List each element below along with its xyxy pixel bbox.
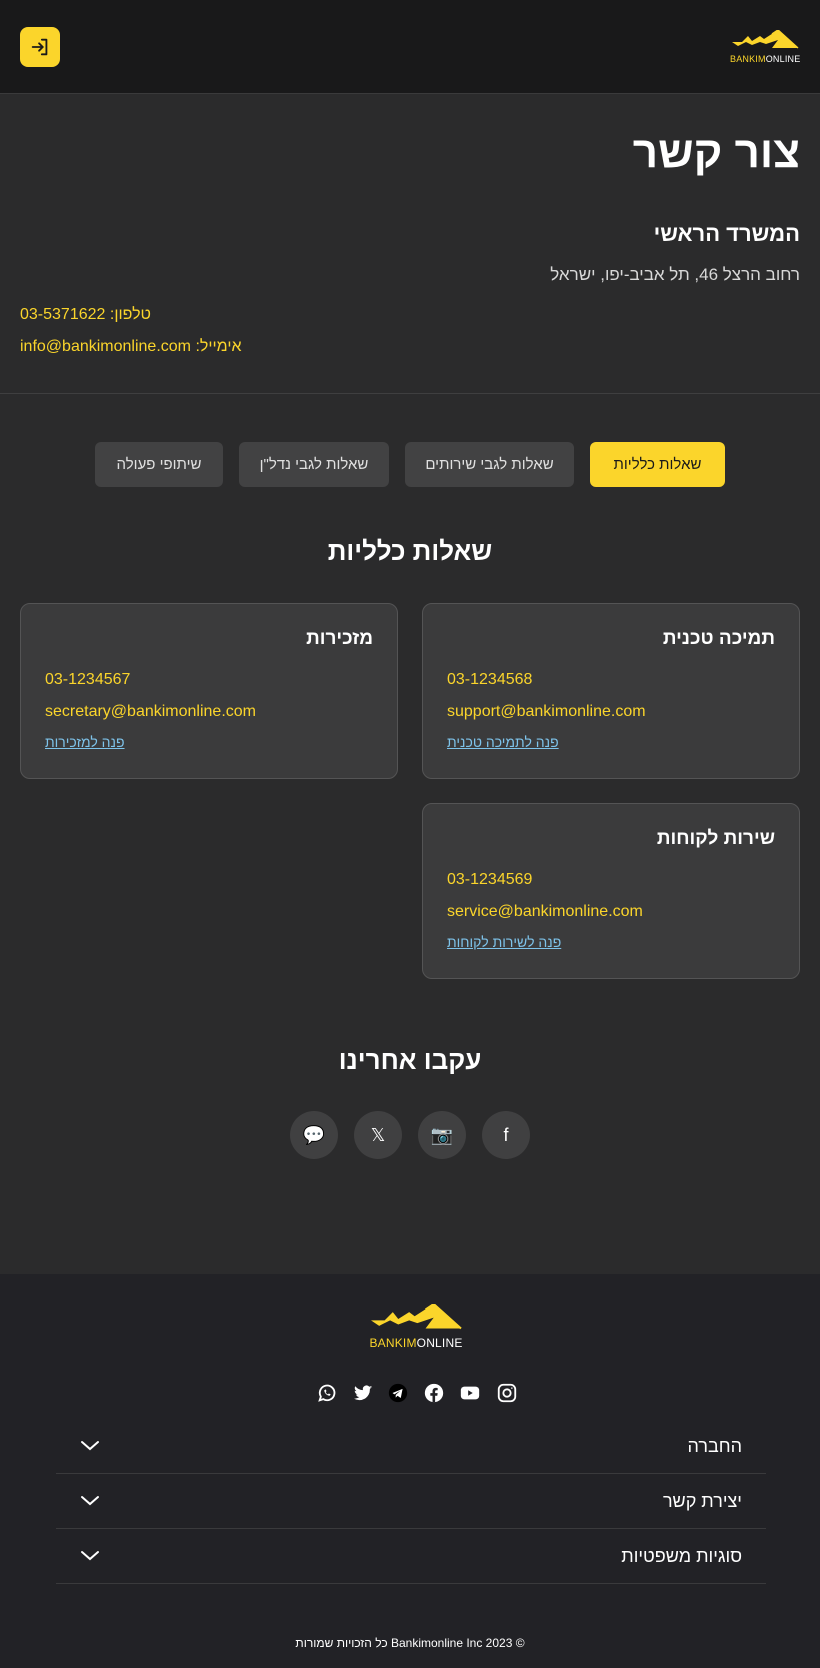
facebook-icon: f xyxy=(503,1124,509,1145)
card-phone[interactable]: 03-1234567 xyxy=(45,671,130,689)
logo-text: BANKIMONLINE xyxy=(730,54,800,64)
card-secretary: מזכירות 03-1234567 secretary@bankimonlin… xyxy=(20,603,398,779)
card-title: מזכירות xyxy=(306,628,373,649)
general-questions-title: שאלות כלליות xyxy=(327,536,493,566)
logo-text-white: ONLINE xyxy=(765,54,801,64)
card-technical-support: תמיכה טכנית 03-1234568 support@bankimonl… xyxy=(422,603,800,779)
card-contact-link[interactable]: פנה למזכירות xyxy=(45,734,125,750)
whatsapp-icon[interactable] xyxy=(316,1382,338,1404)
logo-text: BANKIMONLINE xyxy=(368,1336,464,1350)
chat-bubble-icon: 💬 xyxy=(302,1124,326,1145)
youtube-icon[interactable] xyxy=(459,1382,481,1404)
follow-chat-button[interactable]: 💬 xyxy=(290,1111,338,1159)
accordion-label: יצירת קשר xyxy=(662,1491,742,1511)
office-title: המשרד הראשי xyxy=(653,221,800,246)
facebook-icon[interactable] xyxy=(423,1382,445,1404)
card-email[interactable]: service@bankimonline.com xyxy=(447,903,643,921)
page-title: צור קשר xyxy=(632,128,800,177)
office-email[interactable]: אימייל: info@bankimonline.com xyxy=(20,338,242,356)
telegram-icon[interactable] xyxy=(387,1382,409,1404)
login-button[interactable] xyxy=(20,27,60,67)
copyright-text: © Bankimonline Inc 2023 כל הזכויות שמורו… xyxy=(295,1636,525,1650)
camera-icon: 📷 xyxy=(430,1124,454,1145)
logo-text-white: ONLINE xyxy=(416,1336,463,1350)
contact-section: צור קשר המשרד הראשי רחוב הרצל 46, תל אבי… xyxy=(0,95,820,394)
top-navigation-bar: BANKIMONLINE xyxy=(0,0,820,94)
chevron-down-icon xyxy=(81,1441,99,1451)
footer: BANKIMONLINE החברה יצירת קשר סוגיות משפט… xyxy=(0,1274,820,1668)
tab-real-estate-questions[interactable]: שאלות לגבי נדל"ן xyxy=(239,442,389,487)
logo-text-yellow: BANKIM xyxy=(369,1336,417,1350)
footer-logo[interactable]: BANKIMONLINE xyxy=(368,1304,464,1350)
card-phone[interactable]: 03-1234568 xyxy=(447,671,532,689)
tab-general-questions[interactable]: שאלות כלליות xyxy=(590,442,725,487)
roof-logo-icon xyxy=(732,30,799,49)
header-logo[interactable]: BANKIMONLINE xyxy=(730,30,800,64)
chevron-down-icon xyxy=(81,1496,99,1506)
office-address: רחוב הרצל 46, תל אביב-יפו, ישראל xyxy=(550,265,800,284)
card-email[interactable]: secretary@bankimonline.com xyxy=(45,703,256,721)
accordion-legal[interactable]: סוגיות משפטיות xyxy=(56,1529,766,1584)
x-icon: 𝕏 xyxy=(370,1124,386,1145)
card-title: תמיכה טכנית xyxy=(662,628,775,649)
category-tabs: שאלות כלליות שאלות לגבי שירותים שאלות לג… xyxy=(0,442,820,487)
card-title: שירות לקוחות xyxy=(656,828,775,849)
card-contact-link[interactable]: פנה לתמיכה טכנית xyxy=(447,734,559,750)
office-phone[interactable]: טלפון: 03-5371622 xyxy=(20,306,151,324)
twitter-icon[interactable] xyxy=(352,1382,374,1404)
card-customer-service: שירות לקוחות 03-1234569 service@bankimon… xyxy=(422,803,800,979)
logo-text-yellow: BANKIM xyxy=(730,54,766,64)
accordion-company[interactable]: החברה xyxy=(56,1419,766,1474)
accordion-label: החברה xyxy=(687,1436,742,1456)
login-arrow-icon xyxy=(31,38,48,56)
tab-partnerships[interactable]: שיתופי פעולה xyxy=(95,442,223,487)
follow-camera-button[interactable]: 📷 xyxy=(418,1111,466,1159)
follow-facebook-button[interactable]: f xyxy=(482,1111,530,1159)
card-phone[interactable]: 03-1234569 xyxy=(447,871,532,889)
accordion-label: סוגיות משפטיות xyxy=(621,1546,742,1566)
instagram-icon[interactable] xyxy=(496,1382,518,1404)
card-contact-link[interactable]: פנה לשירות לקוחות xyxy=(447,934,561,950)
follow-x-button[interactable]: 𝕏 xyxy=(354,1111,402,1159)
accordion-contact[interactable]: יצירת קשר xyxy=(56,1474,766,1529)
follow-us-title: עקבו אחרינו xyxy=(338,1045,482,1075)
chevron-down-icon xyxy=(81,1551,99,1561)
tab-services-questions[interactable]: שאלות לגבי שירותים xyxy=(405,442,574,487)
card-email[interactable]: support@bankimonline.com xyxy=(447,703,646,721)
roof-logo-icon xyxy=(371,1304,462,1330)
